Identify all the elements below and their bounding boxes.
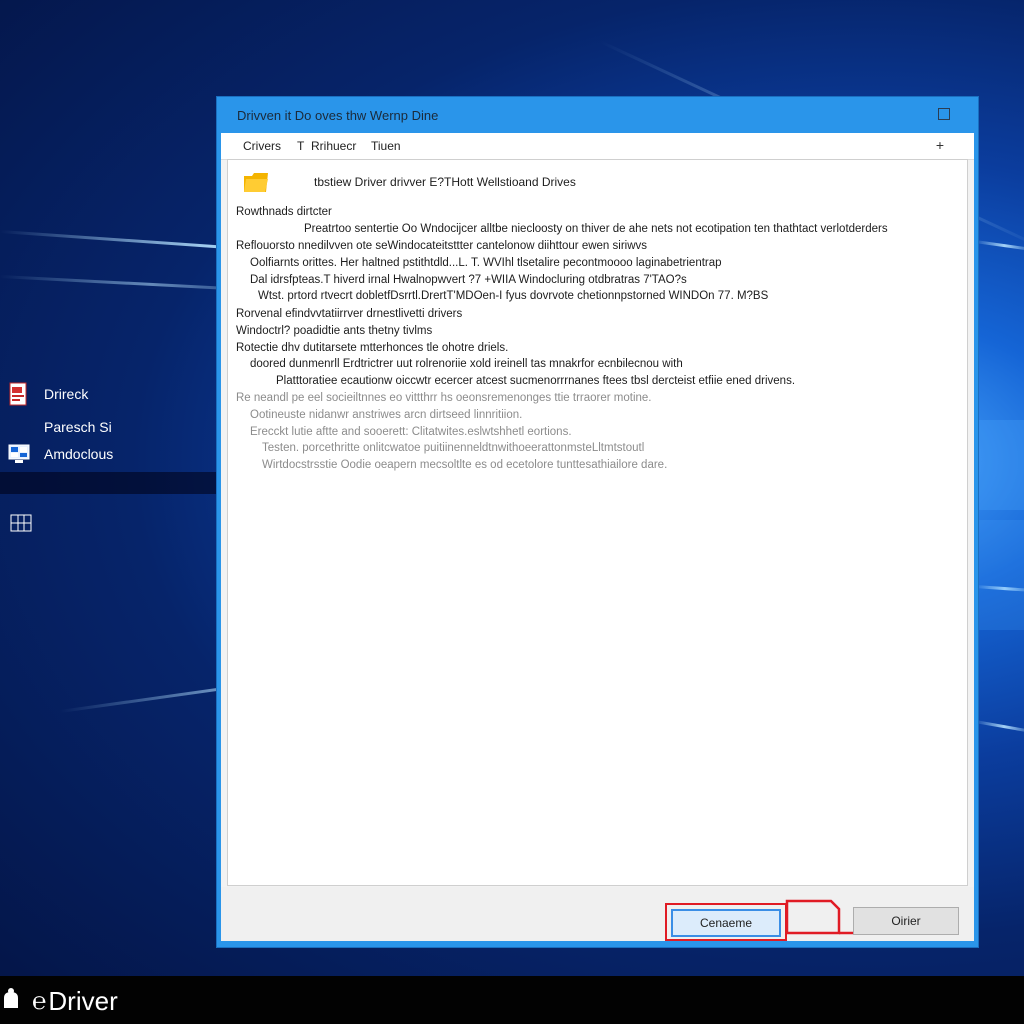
- window-logo-pane: [976, 420, 1024, 510]
- window-logo-pane: [976, 520, 1024, 630]
- content-line: Rorvenal efindvvtatiirrver drnestlivetti…: [236, 308, 463, 320]
- content-line: Rotectie dhv dutitarsete mtterhonces tle…: [236, 342, 509, 354]
- content-line: Preatrtoo sentertie Oo Wndocijcer alltbe…: [304, 223, 888, 235]
- menu-item-rrihuecr[interactable]: Rrihuecr: [311, 139, 356, 153]
- light-beam: [974, 240, 1024, 252]
- desktop: Drireck Paresch Si Amdoclous ℮ Driver Dr…: [0, 0, 1024, 1024]
- desktop-icon-label: Amdoclous: [44, 446, 114, 462]
- content-line: Dal idrsfpteas.T hiverd irnal Hwalnopwve…: [250, 274, 687, 286]
- menu-bar: Crivers T Rrihuecr Tiuen +: [221, 133, 974, 160]
- folder-icon: [242, 170, 270, 192]
- light-beam: [974, 720, 1024, 734]
- content-line: Rowthnads dirtcter: [236, 206, 332, 218]
- desktop-icon-paresch[interactable]: Paresch Si: [8, 416, 112, 438]
- window-client: Crivers T Rrihuecr Tiuen + tbstiew Drive…: [221, 133, 974, 941]
- content-panel: tbstiew Driver drivver E?THott Wellstioa…: [227, 159, 968, 886]
- document-red-icon: [8, 382, 30, 406]
- start-icon[interactable]: [2, 988, 20, 1010]
- desktop-icon-label: Drireck: [44, 386, 89, 402]
- add-icon[interactable]: +: [936, 137, 944, 153]
- menu-item-crivers[interactable]: Crivers: [243, 139, 281, 153]
- content-line: Oolfiarnts orittes. Her haltned pstithtd…: [250, 257, 722, 269]
- grid-icon: [10, 512, 32, 534]
- taskbar-app-driver[interactable]: ℮ Driver: [32, 986, 118, 1017]
- desktop-icon-drireck[interactable]: Drireck: [8, 382, 89, 406]
- content-line: Platttoratiee ecautionw oiccwtr ecercer …: [276, 375, 796, 387]
- maximize-icon[interactable]: [938, 108, 950, 120]
- title-bar[interactable]: Drivven it Do oves thw Wernp Dine: [217, 97, 978, 133]
- taskbar-app-label: Driver: [48, 986, 118, 1016]
- desktop-icon-amdoclous[interactable]: Amdoclous: [8, 443, 113, 465]
- edge-icon: ℮: [32, 987, 47, 1015]
- content-line: Windoctrl? poadidtie ants thetny tivlms: [236, 325, 433, 337]
- button-bar: Cenaeme Oirier: [221, 887, 974, 941]
- primary-button[interactable]: Cenaeme: [671, 909, 781, 937]
- content-line: Re neandl pe eel socieiltnnes eo vittthr…: [236, 392, 652, 404]
- content-line: Ootineuste nidanwr anstriwes arcn dirtse…: [250, 409, 523, 421]
- desktop-band: [0, 472, 217, 494]
- blank-icon: [8, 416, 30, 438]
- content-line: Reflouorsto nnedilvven ote seWindocateit…: [236, 240, 648, 252]
- computer-icon: [8, 443, 30, 465]
- menu-item-t[interactable]: T: [297, 139, 304, 153]
- secondary-button[interactable]: Oirier: [853, 907, 959, 935]
- content-line: Erecckt lutie aftte and sooerett: Clitat…: [250, 426, 572, 438]
- taskbar: ℮ Driver: [0, 976, 1024, 1024]
- content-line: Wtst. prtord rtvecrt dobletfDsrrtl.Drert…: [258, 290, 769, 302]
- desktop-icon-label: Paresch Si: [44, 419, 112, 435]
- menu-item-tiuen[interactable]: Tiuen: [371, 139, 401, 153]
- window-title: Drivven it Do oves thw Wernp Dine: [237, 108, 439, 123]
- content-line: Testen. porcethritte onlitcwatoe puitiin…: [262, 442, 645, 454]
- content-line: Wirtdocstrsstie Oodie oeapern mecsoltlte…: [262, 459, 668, 471]
- desktop-icon-grid[interactable]: [10, 512, 46, 534]
- content-header: tbstiew Driver drivver E?THott Wellstioa…: [314, 175, 576, 189]
- dialog-window: Drivven it Do oves thw Wernp Dine Criver…: [217, 97, 978, 947]
- content-line: doored dunmenrll Erdtrictrer uut rolreno…: [250, 358, 683, 370]
